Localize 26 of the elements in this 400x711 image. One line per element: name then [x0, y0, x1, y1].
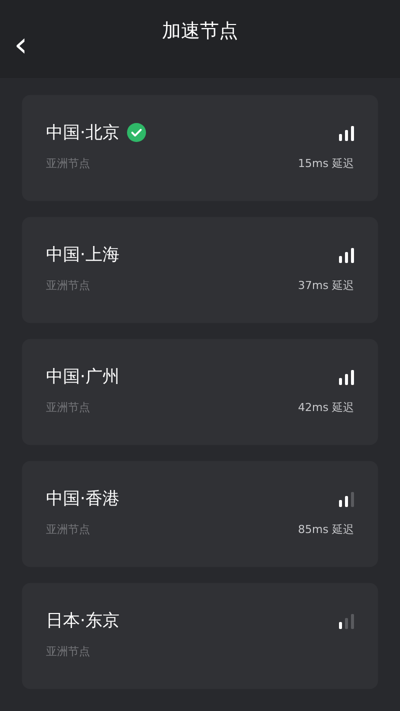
- region-label: 亚洲节点: [46, 522, 90, 537]
- region-label: 亚洲节点: [46, 644, 90, 659]
- node-card[interactable]: 中国·北京 亚洲节点 15ms 延迟: [22, 95, 378, 201]
- signal-icon: [339, 368, 354, 384]
- page-title: 加速节点: [162, 19, 238, 44]
- region-label: 亚洲节点: [46, 156, 90, 171]
- node-name: 中国·香港: [46, 488, 120, 510]
- node-card[interactable]: 中国·香港 亚洲节点 85ms 延迟: [22, 461, 378, 567]
- region-label: 亚洲节点: [46, 400, 90, 415]
- signal-icon: [339, 490, 354, 506]
- node-card[interactable]: 中国·广州 亚洲节点 42ms 延迟: [22, 339, 378, 445]
- back-button[interactable]: ‹: [14, 28, 28, 62]
- node-card[interactable]: 日本·东京 亚洲节点: [22, 583, 378, 689]
- node-card[interactable]: 中国·上海 亚洲节点 37ms 延迟: [22, 217, 378, 323]
- signal-icon: [339, 612, 354, 628]
- node-name: 中国·北京: [46, 122, 120, 144]
- signal-icon: [339, 246, 354, 262]
- latency-label: 85ms 延迟: [298, 522, 354, 537]
- latency-label: 15ms 延迟: [298, 156, 354, 171]
- signal-icon: [339, 124, 354, 140]
- node-name: 中国·上海: [46, 244, 120, 266]
- latency-label: 42ms 延迟: [298, 400, 354, 415]
- latency-label: 37ms 延迟: [298, 278, 354, 293]
- node-name: 中国·广州: [46, 366, 120, 388]
- region-label: 亚洲节点: [46, 278, 90, 293]
- node-name: 日本·东京: [46, 610, 120, 632]
